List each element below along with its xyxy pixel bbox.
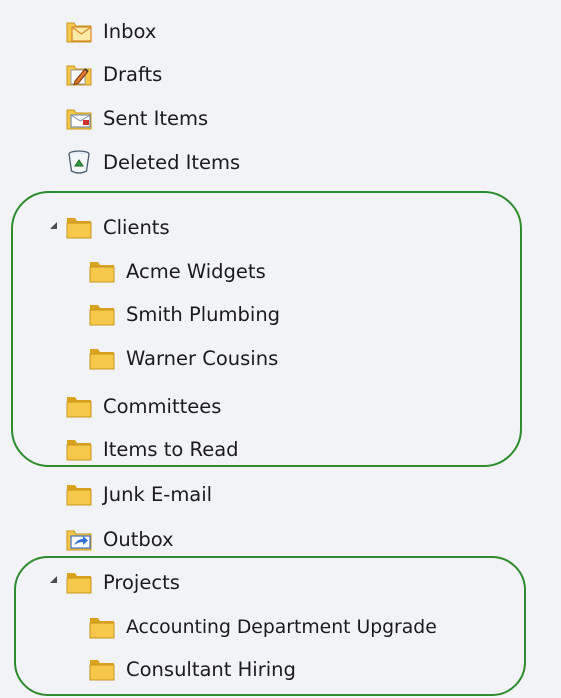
folder-clients[interactable]: Clients xyxy=(65,209,170,245)
folder-label: Outbox xyxy=(103,527,174,551)
folder-label: Clients xyxy=(103,215,170,239)
collapse-arrow-icon[interactable] xyxy=(50,576,57,583)
folder-icon xyxy=(88,301,116,327)
folder-label: Projects xyxy=(103,570,180,594)
folder-icon xyxy=(88,258,116,284)
folder-label: Smith Plumbing xyxy=(126,302,281,326)
collapse-arrow-icon[interactable] xyxy=(50,222,57,229)
folder-label: Items to Read xyxy=(103,437,239,461)
folder-label: Junk E-mail xyxy=(103,482,213,506)
folder-label: Warner Cousins xyxy=(126,346,279,370)
folder-projects[interactable]: Projects xyxy=(65,564,180,600)
outbox-icon xyxy=(65,526,93,552)
deleted-items-icon xyxy=(65,149,93,175)
folder-label: Consultant Hiring xyxy=(126,657,296,681)
folder-icon xyxy=(65,436,93,462)
folder-items-to-read[interactable]: Items to Read xyxy=(65,431,239,467)
folder-icon xyxy=(88,656,116,682)
folder-drafts[interactable]: Drafts xyxy=(65,56,162,92)
folder-label: Inbox xyxy=(103,19,157,43)
folder-warner-cousins[interactable]: Warner Cousins xyxy=(88,340,278,376)
folder-deleted-items[interactable]: Deleted Items xyxy=(65,144,240,180)
folder-inbox[interactable]: Inbox xyxy=(65,13,156,49)
folder-label: Deleted Items xyxy=(103,150,241,174)
folder-accounting-department-upgrade[interactable]: Accounting Department Upgrade xyxy=(88,609,437,645)
folder-icon xyxy=(65,214,93,240)
folder-sent-items[interactable]: Sent Items xyxy=(65,100,208,136)
folder-junk-email[interactable]: Junk E-mail xyxy=(65,476,212,512)
folder-icon xyxy=(88,614,116,640)
folder-acme-widgets[interactable]: Acme Widgets xyxy=(88,253,266,289)
folder-committees[interactable]: Committees xyxy=(65,388,221,424)
folder-smith-plumbing[interactable]: Smith Plumbing xyxy=(88,296,280,332)
drafts-icon xyxy=(65,61,93,87)
folder-consultant-hiring[interactable]: Consultant Hiring xyxy=(88,651,296,687)
folder-label: Sent Items xyxy=(103,106,209,130)
folder-icon xyxy=(65,569,93,595)
folder-outbox[interactable]: Outbox xyxy=(65,521,174,557)
folder-icon xyxy=(88,345,116,371)
inbox-icon xyxy=(65,18,93,44)
folder-label: Accounting Department Upgrade xyxy=(126,616,437,638)
folder-icon xyxy=(65,481,93,507)
folder-pane: Inbox Drafts Sent Items Deleted Items Cl… xyxy=(0,0,561,698)
folder-label: Drafts xyxy=(103,62,163,86)
sent-items-icon xyxy=(65,105,93,131)
folder-icon xyxy=(65,393,93,419)
folder-label: Committees xyxy=(103,394,222,418)
folder-label: Acme Widgets xyxy=(126,259,266,283)
